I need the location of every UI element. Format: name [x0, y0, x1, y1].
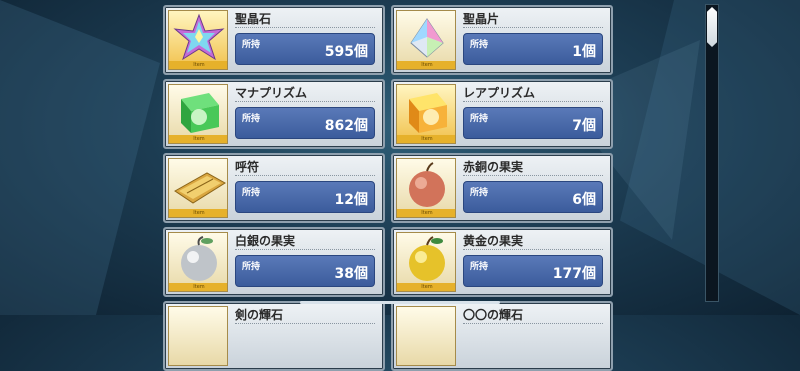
owned-panel: 所持 177個: [463, 255, 603, 287]
item-tag: Item: [397, 135, 455, 143]
item-card-rare-prism[interactable]: Item レアプリズム 所持 7個: [391, 79, 613, 149]
owned-quantity: 6個: [572, 192, 596, 208]
item-name: 〇〇の輝石: [463, 307, 603, 324]
item-card-bronze-apple[interactable]: Item 赤銅の果実 所持 6個: [391, 153, 613, 223]
item-name: レアプリズム: [463, 85, 603, 102]
scrollbar-thumb[interactable]: [707, 7, 717, 47]
item-name: 聖晶片: [463, 11, 603, 28]
owned-label: 所持: [242, 40, 261, 50]
item-card-sword-gem[interactable]: 剣の輝石: [163, 301, 385, 371]
owned-panel: 所持 12個: [235, 181, 375, 213]
item-name: 黄金の果実: [463, 233, 603, 250]
item-tag: Item: [169, 209, 227, 217]
item-card-silver-apple[interactable]: Item 白銀の果実 所持 38個: [163, 227, 385, 297]
owned-label: 所持: [242, 188, 261, 198]
item-name: 白銀の果実: [235, 233, 375, 250]
item-name: マナプリズム: [235, 85, 375, 102]
item-tag: Item: [397, 283, 455, 291]
background-shard: [0, 0, 160, 315]
silver-apple-icon: Item: [168, 232, 228, 292]
item-card-summon-ticket[interactable]: Item 呼符 所持 12個: [163, 153, 385, 223]
item-tag: Item: [169, 283, 227, 291]
owned-label: 所持: [470, 262, 489, 272]
owned-label: 所持: [242, 114, 261, 124]
saint-quartz-icon: Item: [168, 10, 228, 70]
item-tag: Item: [397, 209, 455, 217]
owned-quantity: 595個: [324, 44, 368, 60]
quartz-fragment-icon: Item: [396, 10, 456, 70]
scroll-indicator: [300, 301, 500, 304]
item-tag: Item: [169, 135, 227, 143]
owned-quantity: 862個: [324, 118, 368, 134]
owned-quantity: 7個: [572, 118, 596, 134]
item-card-golden-apple[interactable]: Item 黄金の果実 所持 177個: [391, 227, 613, 297]
owned-quantity: 38個: [334, 266, 368, 282]
owned-quantity: 177個: [552, 266, 596, 282]
owned-quantity: 1個: [572, 44, 596, 60]
owned-quantity: 12個: [334, 192, 368, 208]
owned-panel: 所持 38個: [235, 255, 375, 287]
owned-panel: 所持 595個: [235, 33, 375, 65]
golden-apple-icon: Item: [396, 232, 456, 292]
owned-panel: 所持 7個: [463, 107, 603, 139]
gem-icon: [396, 306, 456, 366]
item-name: 呼符: [235, 159, 375, 176]
sword-gem-icon: [168, 306, 228, 366]
mana-prism-icon: Item: [168, 84, 228, 144]
summon-ticket-icon: Item: [168, 158, 228, 218]
item-name: 赤銅の果実: [463, 159, 603, 176]
item-name: 聖晶石: [235, 11, 375, 28]
owned-label: 所持: [242, 262, 261, 272]
owned-panel: 所持 862個: [235, 107, 375, 139]
item-card-quartz-fragment[interactable]: Item 聖晶片 所持 1個: [391, 5, 613, 75]
item-card-gem[interactable]: 〇〇の輝石: [391, 301, 613, 371]
owned-label: 所持: [470, 188, 489, 198]
item-list: Item 聖晶石 所持 595個 Item 聖晶片 所持 1個 Item マナプ…: [163, 0, 613, 371]
bronze-apple-icon: Item: [396, 158, 456, 218]
item-tag: Item: [169, 61, 227, 69]
owned-label: 所持: [470, 114, 489, 124]
owned-panel: 所持 6個: [463, 181, 603, 213]
owned-panel: 所持 1個: [463, 33, 603, 65]
item-card-saint-quartz[interactable]: Item 聖晶石 所持 595個: [163, 5, 385, 75]
item-tag: Item: [397, 61, 455, 69]
item-card-mana-prism[interactable]: Item マナプリズム 所持 862個: [163, 79, 385, 149]
owned-label: 所持: [470, 40, 489, 50]
item-name: 剣の輝石: [235, 307, 375, 324]
vertical-scrollbar[interactable]: [705, 4, 719, 302]
rare-prism-icon: Item: [396, 84, 456, 144]
